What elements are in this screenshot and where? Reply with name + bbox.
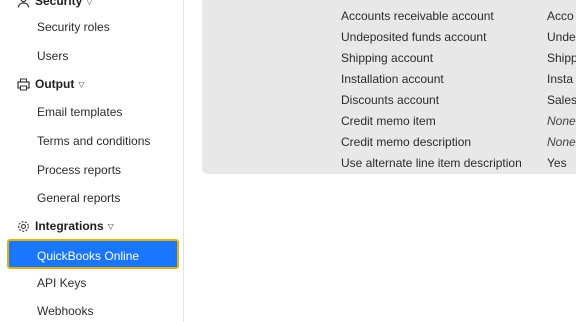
section-output-label: Output xyxy=(35,77,75,91)
section-integrations[interactable]: Integrations ▽ xyxy=(17,216,114,236)
settings-row: Installation account Insta xyxy=(202,69,576,90)
settings-row: Accounts receivable account Acco xyxy=(202,6,576,27)
chevron-down-icon: ▽ xyxy=(86,0,93,6)
printer-icon xyxy=(17,78,30,91)
sidebar-item-api-keys[interactable]: API Keys xyxy=(37,273,86,293)
sidebar-item-security-roles[interactable]: Security roles xyxy=(37,17,110,37)
gear-icon xyxy=(17,220,30,233)
chevron-down-icon: ▽ xyxy=(78,79,85,89)
section-output[interactable]: Output ▽ xyxy=(17,74,84,94)
settings-row: Shipping account Shipp xyxy=(202,48,576,69)
section-integrations-label: Integrations xyxy=(35,219,104,233)
sidebar-item-terms-and-conditions[interactable]: Terms and conditions xyxy=(37,131,150,151)
setting-label: Credit memo description xyxy=(341,135,472,149)
sidebar-item-general-reports[interactable]: General reports xyxy=(37,188,120,208)
setting-value: Unde xyxy=(547,30,576,44)
settings-row: Credit memo item None xyxy=(202,111,576,132)
setting-label: Discounts account xyxy=(341,93,440,107)
chevron-down-icon: ▽ xyxy=(107,221,114,231)
settings-row: Discounts account Sales xyxy=(202,90,576,111)
settings-row: Use alternate line item description Yes xyxy=(202,153,576,174)
setting-label: Use alternate line item description xyxy=(341,156,522,170)
sidebar: Security ▽ Security roles Users Output ▽… xyxy=(0,0,184,322)
setting-label: Undeposited funds account xyxy=(341,30,487,44)
sidebar-item-email-templates[interactable]: Email templates xyxy=(37,102,122,122)
setting-value: None xyxy=(547,135,576,149)
setting-label: Shipping account xyxy=(341,51,434,65)
setting-value: Yes xyxy=(547,156,567,170)
setting-value: Sales xyxy=(547,93,576,107)
user-icon xyxy=(17,0,30,8)
section-security-label: Security xyxy=(35,0,83,8)
sidebar-item-webhooks[interactable]: Webhooks xyxy=(37,301,93,321)
setting-label: Credit memo item xyxy=(341,114,436,128)
setting-value: Shipp xyxy=(547,51,576,65)
sidebar-item-quickbooks-online[interactable]: QuickBooks Online xyxy=(7,239,179,269)
settings-row: Undeposited funds account Unde xyxy=(202,27,576,48)
setting-value: None xyxy=(547,114,576,128)
setting-label: Installation account xyxy=(341,72,444,86)
setting-value: Insta xyxy=(547,72,574,86)
settings-row: Credit memo description None xyxy=(202,132,576,153)
sidebar-item-users[interactable]: Users xyxy=(37,46,68,66)
setting-label: Accounts receivable account xyxy=(341,9,494,23)
section-security[interactable]: Security ▽ xyxy=(17,0,93,11)
quickbooks-settings-panel: Accounts receivable account Acco Undepos… xyxy=(202,0,576,174)
sidebar-item-process-reports[interactable]: Process reports xyxy=(37,160,121,180)
setting-value: Acco xyxy=(547,9,574,23)
